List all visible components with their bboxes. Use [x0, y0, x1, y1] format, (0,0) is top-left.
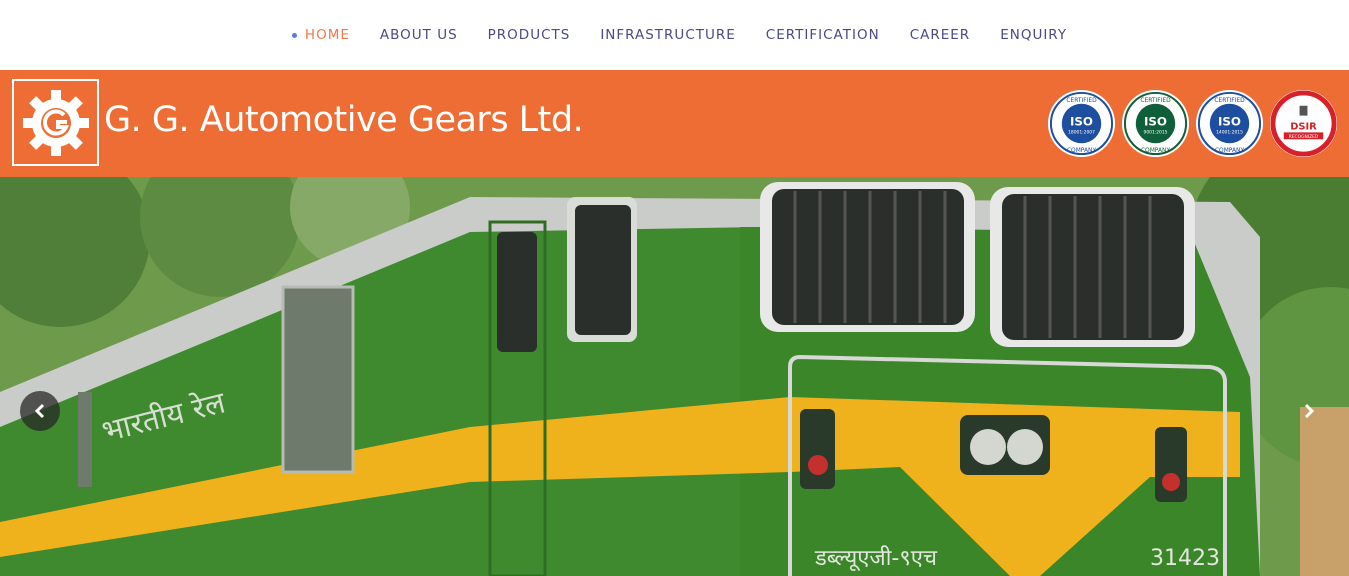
svg-text:CERTIFIED: CERTIFIED — [1214, 98, 1245, 104]
svg-text:COMPANY: COMPANY — [1215, 148, 1245, 154]
slider-prev-button[interactable] — [20, 391, 60, 431]
svg-text:CERTIFIED: CERTIFIED — [1066, 98, 1097, 104]
svg-text:RECOGNIZED: RECOGNIZED — [1289, 134, 1319, 140]
svg-text:ISO: ISO — [1070, 114, 1093, 128]
iso-14001-badge: CERTIFIED ISO 14001:2015 COMPANY — [1195, 89, 1264, 158]
svg-text:ISO: ISO — [1144, 114, 1167, 128]
brand-header: G. G. Automotive Gears Ltd. CERTIFIED IS… — [0, 70, 1349, 177]
nav-item-about-us[interactable]: ABOUT US — [380, 27, 458, 43]
chevron-left-icon — [34, 403, 45, 419]
slider-next-button[interactable] — [1289, 391, 1329, 431]
nav-item-home[interactable]: HOME — [291, 27, 350, 43]
certification-badges: CERTIFIED ISO 18001:2007 COMPANY CERTIFI… — [1046, 88, 1339, 159]
company-name: G. G. Automotive Gears Ltd. — [104, 100, 584, 140]
nav-item-certification[interactable]: CERTIFICATION — [766, 27, 880, 43]
svg-text:9001:2015: 9001:2015 — [1144, 129, 1168, 135]
nav-item-enquiry[interactable]: ENQUIRY — [1000, 27, 1067, 43]
gear-logo-icon — [22, 89, 89, 156]
nav-item-infrastructure[interactable]: INFRASTRUCTURE — [600, 27, 735, 43]
chevron-right-icon — [1304, 403, 1315, 419]
nav-item-products[interactable]: PRODUCTS — [488, 27, 571, 43]
company-logo[interactable] — [12, 79, 99, 166]
svg-text:COMPANY: COMPANY — [1141, 148, 1171, 154]
svg-text:14001:2015: 14001:2015 — [1216, 129, 1243, 135]
loco-number-text: 31423 — [1150, 546, 1220, 571]
iso-18001-badge: CERTIFIED ISO 18001:2007 COMPANY — [1047, 89, 1116, 158]
iso-9001-badge: CERTIFIED ISO 9001:2015 COMPANY — [1121, 89, 1190, 158]
hero-slider: भारतीय रेल डब्ल्यूएजी-९एच 31423 — [0, 177, 1349, 576]
loco-class-text: डब्ल्यूएजी-९एच — [814, 545, 938, 572]
svg-text:ISO: ISO — [1218, 114, 1241, 128]
svg-text:CERTIFIED: CERTIFIED — [1140, 98, 1171, 104]
main-navigation: HOME ABOUT US PRODUCTS INFRASTRUCTURE CE… — [0, 0, 1349, 70]
locomotive-photo: भारतीय रेल डब्ल्यूएजी-९एच 31423 — [0, 177, 1349, 576]
active-indicator-icon — [291, 32, 297, 38]
dsir-recognized-badge: DSIR RECOGNIZED — [1269, 89, 1338, 158]
svg-text:18001:2007: 18001:2007 — [1068, 129, 1095, 135]
nav-item-career[interactable]: CAREER — [910, 27, 970, 43]
svg-text:COMPANY: COMPANY — [1067, 148, 1097, 154]
svg-text:DSIR: DSIR — [1290, 121, 1317, 132]
